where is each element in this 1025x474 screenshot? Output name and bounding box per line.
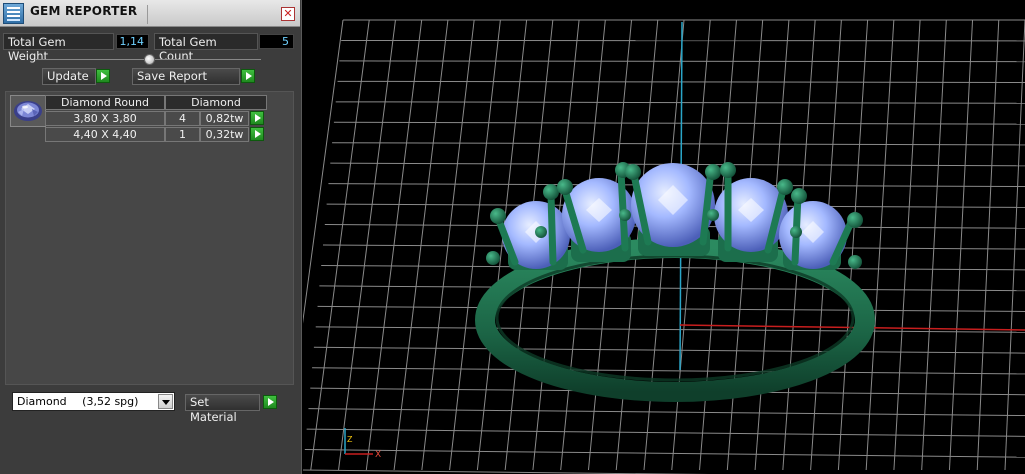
3d-viewport[interactable]: Z X <box>303 0 1025 474</box>
row-1-count: 4 <box>165 111 200 126</box>
prong-tip <box>720 162 736 178</box>
chevron-down-icon[interactable] <box>158 394 173 409</box>
row-2-size: 4,40 X 4,40 <box>45 127 165 142</box>
ring-model[interactable] <box>475 162 875 402</box>
title-divider <box>147 5 148 24</box>
material-spg: (3,52 spg) <box>82 395 139 408</box>
save-report-button-label: Save Report <box>137 69 208 83</box>
close-icon[interactable]: ✕ <box>281 7 295 21</box>
viewport-canvas[interactable]: Z X <box>303 0 1025 474</box>
window-title: GEM REPORTER <box>30 4 138 18</box>
prong-tip <box>791 188 807 204</box>
row-2-count: 1 <box>165 127 200 142</box>
app-icon <box>3 3 24 24</box>
total-gem-count-value: 5 <box>259 34 294 49</box>
set-material-play-arrow-icon[interactable] <box>263 395 277 409</box>
update-play-arrow-icon[interactable] <box>96 69 110 83</box>
prong-tip <box>847 212 863 228</box>
axis-z-label: Z <box>347 435 353 444</box>
total-gem-weight-label: Total Gem Weight <box>3 33 114 63</box>
prong-tip <box>707 209 719 221</box>
prong-tip <box>490 208 506 224</box>
row-1-weight: 0,82tw <box>200 111 249 126</box>
save-report-play-arrow-icon[interactable] <box>241 69 255 83</box>
axis-triad-icon: Z X <box>344 428 381 460</box>
prong-tip <box>486 251 500 265</box>
gem-thumbnail-icon <box>10 95 46 127</box>
prong-tip <box>705 164 721 180</box>
gem-reporter-panel: GEM REPORTER ✕ Total Gem Weight 1,14 Tot… <box>0 0 302 474</box>
material-selected: Diamond <box>17 395 67 408</box>
prong-tip <box>625 164 641 180</box>
prong-tip <box>535 226 547 238</box>
axis-x-label: X <box>375 450 381 460</box>
title-bar: GEM REPORTER ✕ <box>0 0 300 27</box>
row-2-weight: 0,32tw <box>200 127 249 142</box>
update-button-label: Update <box>47 69 89 83</box>
row-1-size: 3,80 X 3,80 <box>45 111 165 126</box>
prong-tip <box>848 255 862 269</box>
prong-tip <box>790 226 802 238</box>
set-material-button-label: Set Material <box>190 395 237 424</box>
panel-slider-handle[interactable] <box>144 54 155 65</box>
total-gem-weight-value: 1,14 <box>116 34 149 49</box>
update-button[interactable]: Update <box>42 68 96 85</box>
save-report-button[interactable]: Save Report <box>132 68 240 85</box>
prong-tip <box>543 184 559 200</box>
row-2-play-arrow-icon[interactable] <box>250 127 264 141</box>
column-header-diamond: Diamond <box>165 95 267 110</box>
prong-tip <box>777 179 793 195</box>
ring-band-inner-edge <box>495 254 855 382</box>
prong-tip <box>619 209 631 221</box>
prong-tip <box>557 179 573 195</box>
total-gem-count-label: Total Gem Count <box>154 33 258 63</box>
material-dropdown[interactable]: Diamond (3,52 spg) <box>12 392 175 411</box>
set-material-button[interactable]: Set Material <box>185 394 260 424</box>
row-1-play-arrow-icon[interactable] <box>250 111 264 125</box>
column-header-diamond-round: Diamond Round <box>45 95 165 110</box>
